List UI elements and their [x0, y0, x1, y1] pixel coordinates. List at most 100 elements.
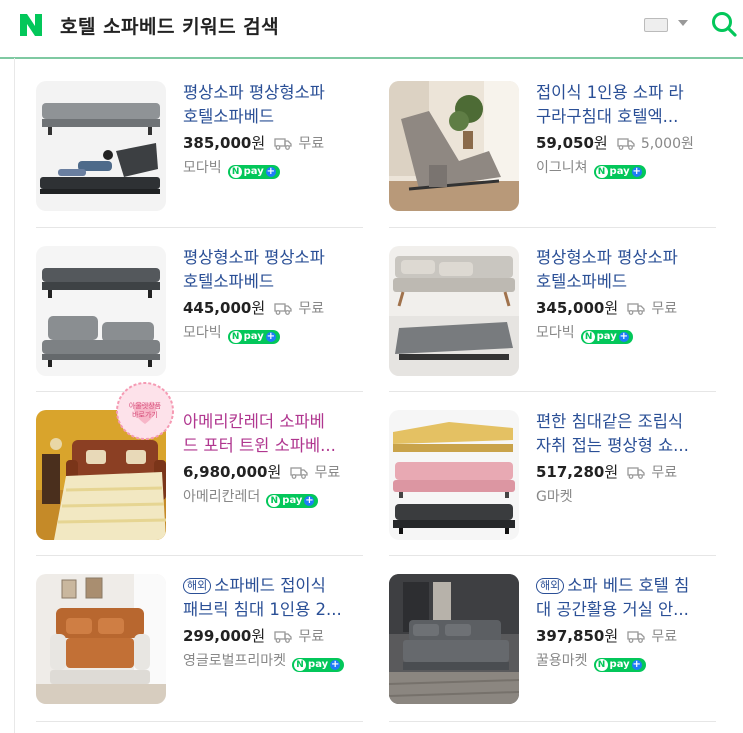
chevron-down-icon[interactable]: [678, 20, 688, 26]
product-card[interactable]: 해외 소파 베드 호텔 침 대 공간활용 거실 안... 397,850원 무료 …: [389, 574, 719, 709]
truck-icon: [617, 138, 635, 150]
product-image[interactable]: [36, 81, 166, 211]
seller-name[interactable]: 모다빅: [536, 325, 575, 341]
price-row: 345,000원 무료: [536, 297, 677, 318]
svg-text:바로가기: 바로가기: [132, 410, 158, 419]
price-unit: 원: [604, 299, 619, 317]
product-card[interactable]: 편한 침대같은 조립식 자취 접는 평상형 쇼... 517,280원 무료 G…: [389, 410, 719, 545]
truck-icon: [627, 467, 645, 479]
truck-icon: [627, 303, 645, 315]
price-row: 6,980,000원 무료: [183, 461, 340, 482]
price-unit: 원: [593, 134, 608, 152]
truck-icon: [290, 467, 309, 479]
shipping-fee: 무료: [651, 301, 678, 317]
product-image[interactable]: [389, 574, 519, 704]
price-row: 299,000원 무료: [183, 625, 324, 646]
npay-badge: Npay +: [292, 658, 345, 672]
seller-row: 영글로벌프리마켓 Npay +: [183, 650, 345, 672]
product-price: 345,000: [536, 299, 605, 317]
price-unit: 원: [604, 627, 619, 645]
shipping-fee: 무료: [651, 465, 678, 481]
product-name-line1[interactable]: 평상형소파 평상소파: [536, 246, 718, 270]
product-price: 517,280: [536, 463, 605, 481]
seller-name[interactable]: 영글로벌프리마켓: [183, 653, 286, 669]
product-name-line2[interactable]: 패브릭 침대 1인용 2...: [183, 598, 365, 622]
top-header: 호텔 소파베드 키워드 검색: [0, 0, 743, 59]
product-image[interactable]: [36, 246, 166, 376]
shipping-fee: 무료: [651, 629, 678, 645]
divider: [389, 227, 716, 228]
seller-name[interactable]: 모다빅: [183, 325, 222, 341]
divider: [36, 227, 363, 228]
product-price: 385,000: [183, 134, 252, 152]
seller-row: 아메리칸레더 Npay +: [183, 486, 319, 508]
product-name-line2[interactable]: 자취 접는 평상형 쇼...: [536, 434, 718, 458]
search-icon[interactable]: [710, 10, 738, 38]
price-row: 445,000원 무료: [183, 297, 324, 318]
npay-badge: Npay +: [227, 165, 280, 179]
product-price: 59,050: [536, 134, 594, 152]
product-image[interactable]: [36, 574, 166, 704]
product-image[interactable]: [389, 81, 519, 211]
product-price: 299,000: [183, 627, 252, 645]
svg-text:아울렛상품: 아울렛상품: [129, 401, 162, 410]
price-unit: 원: [604, 463, 619, 481]
divider: [36, 555, 363, 556]
seller-row: 꿀용마켓 Npay +: [536, 650, 646, 672]
product-name-line2[interactable]: 호텔소파베드: [536, 270, 718, 294]
seller-row: 모다빅 Npay +: [183, 157, 280, 179]
divider: [36, 391, 363, 392]
product-card[interactable]: 평상소파 평상형소파 호텔소파베드 385,000원 무료 모다빅 Npay +: [36, 81, 366, 216]
product-price: 6,980,000: [183, 463, 268, 481]
shipping-fee: 5,000원: [640, 136, 694, 152]
product-name-line1[interactable]: 해외 소파 베드 호텔 침: [536, 574, 718, 598]
seller-row: 모다빅 Npay +: [183, 322, 280, 344]
product-name-text[interactable]: 소파 베드 호텔 침: [567, 576, 689, 595]
divider: [36, 721, 363, 722]
naver-logo-icon[interactable]: [18, 12, 44, 38]
product-name-line2[interactable]: 드 포터 트윈 소파베...: [183, 434, 365, 458]
product-name-line1[interactable]: 편한 침대같은 조립식: [536, 410, 718, 434]
npay-badge: Npay +: [580, 330, 633, 344]
price-unit: 원: [251, 627, 266, 645]
product-name-line1[interactable]: 평상형소파 평상소파: [183, 246, 365, 270]
product-price: 397,850: [536, 627, 605, 645]
page-title: 호텔 소파베드 키워드 검색: [60, 16, 280, 38]
keyboard-icon[interactable]: [644, 18, 668, 32]
product-name-line1[interactable]: 아메리칸레더 소파베: [183, 410, 365, 434]
product-name-line2[interactable]: 대 공간활용 거실 안...: [536, 598, 718, 622]
seller-name[interactable]: G마켓: [536, 489, 573, 505]
product-card[interactable]: 해외 소파베드 접이식 패브릭 침대 1인용 2... 299,000원 무료 영…: [36, 574, 366, 709]
product-card[interactable]: 평상형소파 평상소파 호텔소파베드 445,000원 무료 모다빅 Npay +: [36, 246, 366, 381]
divider: [389, 555, 716, 556]
product-image[interactable]: [389, 246, 519, 376]
product-card[interactable]: 아울렛상품 바로가기 아메리칸레더 소파베 드 포터 트윈 소파베... 6,9…: [36, 382, 366, 545]
npay-badge: Npay +: [593, 165, 646, 179]
product-image[interactable]: [389, 410, 519, 540]
product-price: 445,000: [183, 299, 252, 317]
product-name-line2[interactable]: 구라구침대 호텔엑...: [536, 105, 718, 129]
shipping-fee: 무료: [314, 465, 341, 481]
product-card[interactable]: 접이식 1인용 소파 라 구라구침대 호텔엑... 59,050원 5,000원…: [389, 81, 719, 216]
npay-badge: Npay +: [593, 658, 646, 672]
product-name-text[interactable]: 소파베드 접이식: [214, 576, 326, 595]
product-card[interactable]: 평상형소파 평상소파 호텔소파베드 345,000원 무료 모다빅 Npay +: [389, 246, 719, 381]
truck-icon: [627, 631, 645, 643]
overseas-badge: 해외: [536, 578, 565, 594]
product-name-line1[interactable]: 해외 소파베드 접이식: [183, 574, 365, 598]
npay-badge: Npay +: [266, 494, 319, 508]
seller-name[interactable]: 아메리칸레더: [183, 489, 260, 505]
price-row: 517,280원 무료: [536, 461, 677, 482]
overseas-badge: 해외: [183, 578, 212, 594]
seller-name[interactable]: 꿀용마켓: [536, 653, 588, 669]
seller-name[interactable]: 모다빅: [183, 160, 222, 176]
seller-name[interactable]: 이그니쳐: [536, 160, 588, 176]
product-name-line1[interactable]: 평상소파 평상형소파: [183, 81, 365, 105]
price-row: 385,000원 무료: [183, 132, 324, 153]
truck-icon: [274, 303, 292, 315]
price-row: 59,050원 5,000원: [536, 132, 694, 153]
product-name-line2[interactable]: 호텔소파베드: [183, 105, 365, 129]
product-name-line2[interactable]: 호텔소파베드: [183, 270, 365, 294]
product-name-line1[interactable]: 접이식 1인용 소파 라: [536, 81, 718, 105]
outlet-sticker[interactable]: 아울렛상품 바로가기: [114, 380, 176, 442]
